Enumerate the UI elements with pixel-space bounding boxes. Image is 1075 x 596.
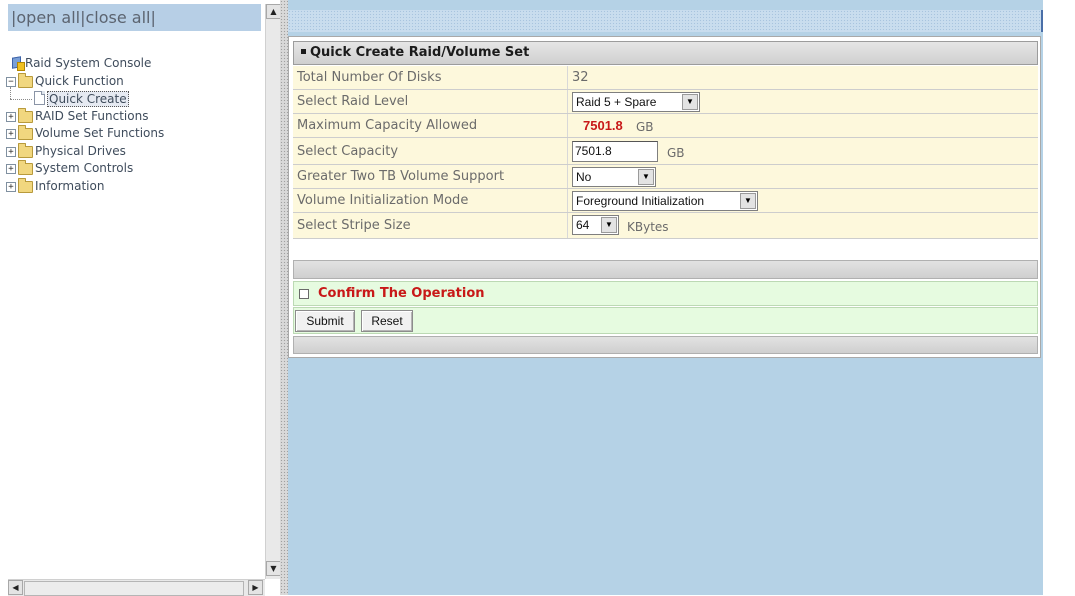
tree-item-system-controls[interactable]: + System Controls [6,160,262,178]
tree-root[interactable]: Raid System Console [12,55,262,73]
top-bar [288,10,1043,32]
form-row-select-capacity: Select Capacity 7501.8 GB [293,138,1038,165]
form-row-init-mode: Volume Initialization Mode Foreground In… [293,189,1038,213]
frame-separator[interactable] [280,0,288,595]
form-label: Select Capacity [297,144,399,159]
scroll-down-icon[interactable]: ▼ [266,561,281,576]
tree-root-label: Raid System Console [25,56,152,70]
total-disks-value: 32 [572,70,589,85]
form-label: Select Stripe Size [297,218,411,233]
bullet-icon [301,49,306,54]
max-capacity-value: 7501.8 [583,118,623,133]
panel-title-text: Quick Create Raid/Volume Set [310,45,530,60]
dropdown-arrow-icon[interactable]: ▼ [601,217,617,233]
expand-icon[interactable]: + [6,111,16,122]
capacity-unit: GB [667,146,685,160]
stripe-size-unit: KBytes [627,220,669,234]
form-label: Select Raid Level [297,94,409,109]
expand-icon[interactable]: + [6,181,16,192]
tree-item-information[interactable]: + Information [6,177,262,196]
folder-icon [18,142,33,158]
two-tb-support-select[interactable]: No ▼ [572,167,656,187]
raid-level-select[interactable]: Raid 5 + Spare ▼ [572,92,700,112]
confirm-row: Confirm The Operation [293,281,1038,306]
scroll-up-icon[interactable]: ▲ [266,4,281,19]
max-capacity-unit: GB [636,120,654,134]
capacity-input[interactable]: 7501.8 [572,141,658,162]
tree-item-label: Information [35,178,105,193]
form-row-two-tb-support: Greater Two TB Volume Support No ▼ [293,165,1038,189]
form-label: Maximum Capacity Allowed [297,118,478,133]
tree-item-physical-drives[interactable]: + Physical Drives [6,142,262,161]
stripe-size-value: 64 [576,218,590,232]
folder-icon [18,125,33,140]
collapse-icon[interactable]: − [6,76,16,87]
tree-item-label: RAID Set Functions [35,108,149,123]
submit-button[interactable]: Submit [295,310,355,332]
form-row-total-disks: Total Number Of Disks 32 [293,66,1038,90]
tree-header: |open all|close all| [8,4,261,31]
confirm-checkbox[interactable] [299,289,309,299]
tree-item-label: Quick Function [35,73,124,88]
folder-icon [18,107,33,123]
console-icon [12,57,25,71]
quick-create-panel: Quick Create Raid/Volume Set Total Numbe… [288,36,1041,358]
form-label: Total Number Of Disks [297,70,442,85]
folder-icon [18,177,33,193]
form-row-stripe-size: Select Stripe Size 64 ▼ KBytes [293,213,1038,239]
expand-icon[interactable]: + [6,129,16,139]
init-mode-value: Foreground Initialization [576,194,705,208]
folder-open-icon [18,72,33,88]
close-all-link[interactable]: close all [86,8,151,27]
tree-item-label: Quick Create [47,91,129,107]
init-mode-select[interactable]: Foreground Initialization ▼ [572,191,758,211]
panel-title: Quick Create Raid/Volume Set [293,41,1038,65]
two-tb-support-value: No [576,170,592,184]
tree-item-label: System Controls [35,161,134,175]
expand-icon[interactable]: + [6,146,16,157]
tree-item-quick-create[interactable]: Quick Create [10,87,262,108]
tree-frame: |open all|close all| Raid System Console… [4,0,283,596]
form-label: Volume Initialization Mode [297,193,469,208]
main-frame: Quick Create Raid/Volume Set Total Numbe… [288,0,1043,595]
horizontal-scrollbar[interactable]: ◀ ▶ [8,579,265,596]
dropdown-arrow-icon[interactable]: ▼ [638,169,654,185]
dropdown-arrow-icon[interactable]: ▼ [682,94,698,110]
scroll-left-icon[interactable]: ◀ [8,580,23,595]
scrollbar-thumb[interactable] [24,581,244,596]
dropdown-arrow-icon[interactable]: ▼ [740,193,756,209]
navigation-tree: Raid System Console − Quick Function Qui… [6,55,262,196]
tree-item-quick-function[interactable]: − Quick Function [6,72,262,91]
raid-level-value: Raid 5 + Spare [576,95,657,109]
reset-button[interactable]: Reset [361,310,413,332]
button-row: Submit Reset [293,307,1038,334]
scroll-right-icon[interactable]: ▶ [248,580,263,595]
tree-item-raid-set-functions[interactable]: + RAID Set Functions [6,107,262,126]
open-all-link[interactable]: open all [16,8,80,27]
form-row-raid-level: Select Raid Level Raid 5 + Spare ▼ [293,90,1038,114]
form-row-max-capacity: Maximum Capacity Allowed 7501.8 GB [293,114,1038,138]
confirm-label[interactable]: Confirm The Operation [318,282,485,305]
stripe-size-select[interactable]: 64 ▼ [572,215,619,235]
separator: | [150,8,156,27]
folder-icon [18,160,33,175]
footer-bar [293,336,1038,354]
tree-item-label: Physical Drives [35,143,126,158]
tree-item-volume-set-functions[interactable]: + Volume Set Functions [6,125,262,143]
expand-icon[interactable]: + [6,164,16,174]
divider-bar [293,260,1038,279]
document-icon [34,91,45,105]
tree-item-label: Volume Set Functions [35,126,165,140]
form-label: Greater Two TB Volume Support [297,169,505,184]
